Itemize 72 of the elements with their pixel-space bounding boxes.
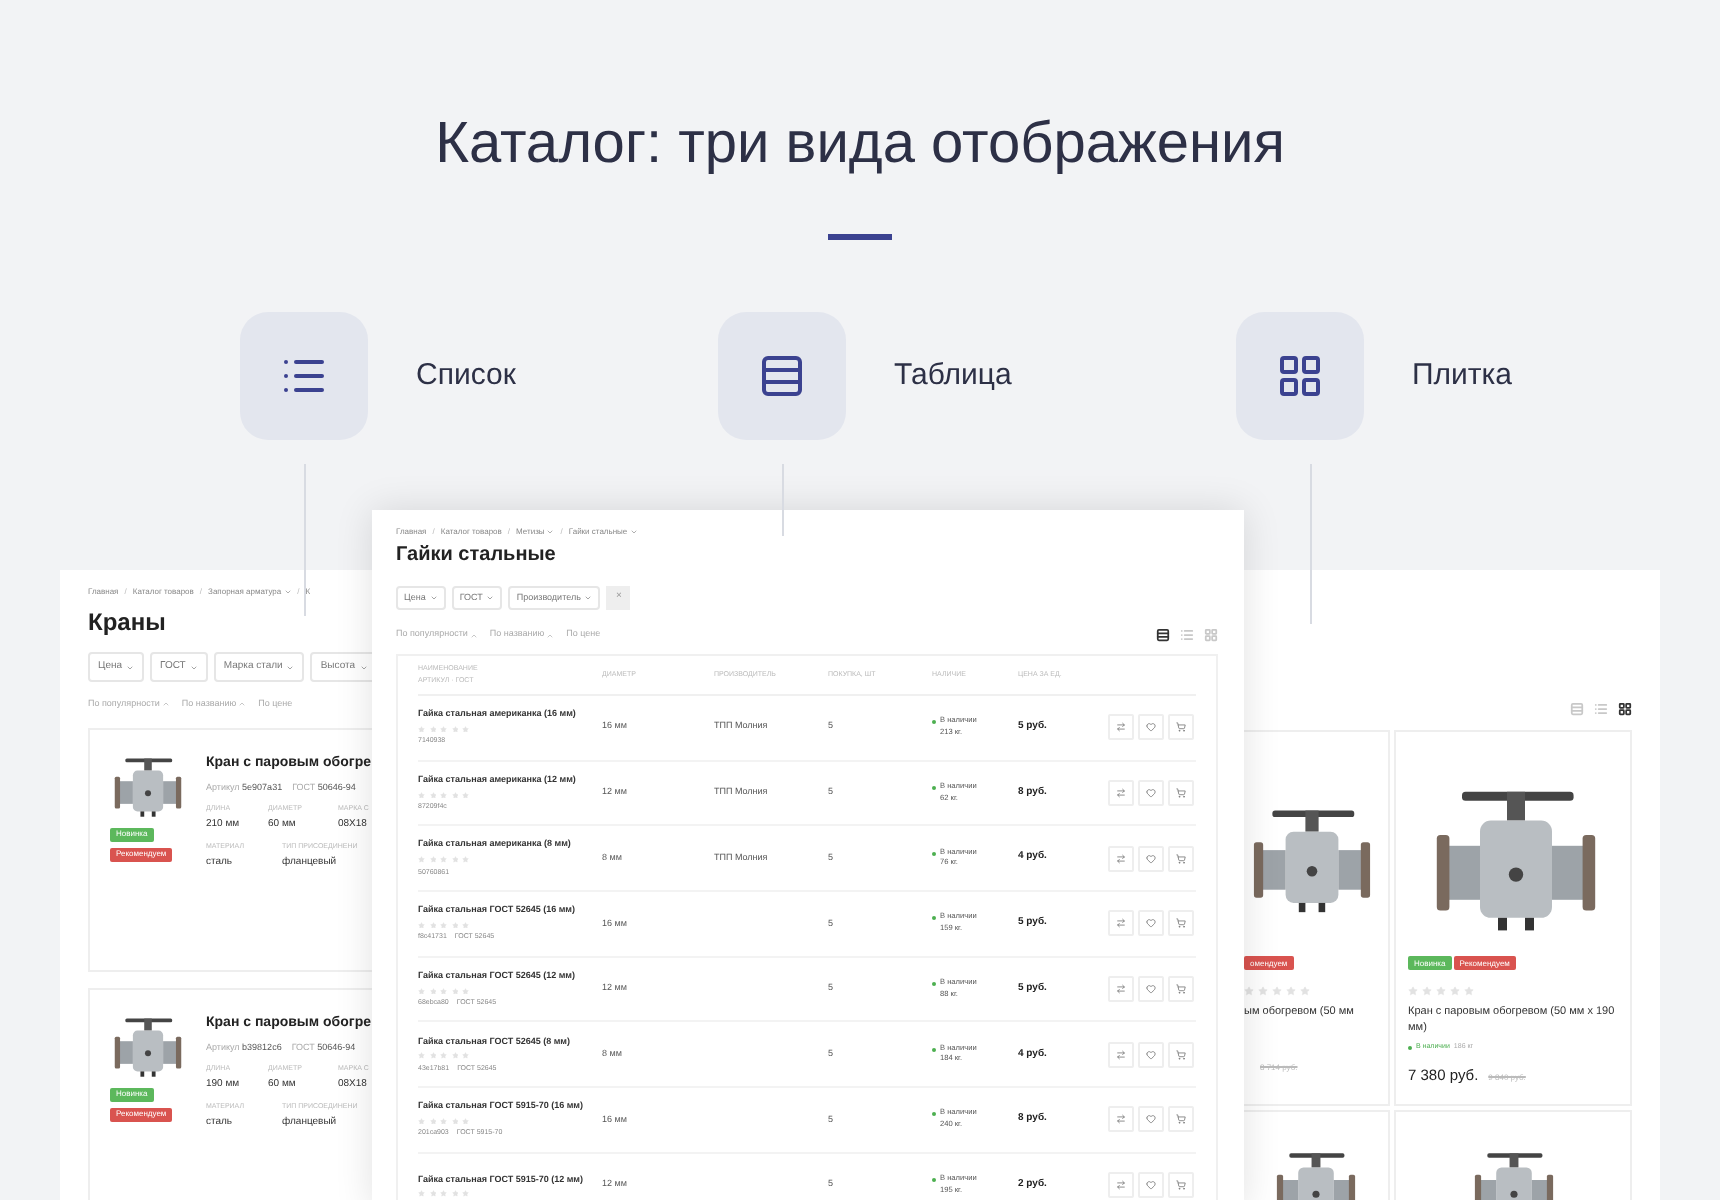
- star-icon: [1300, 986, 1310, 996]
- heart-icon: [1146, 788, 1156, 799]
- view-option-label: Список: [416, 355, 516, 396]
- cart-button[interactable]: [1168, 714, 1194, 741]
- cart-icon: [1176, 722, 1186, 733]
- heart-icon: [1146, 1180, 1156, 1191]
- star-icon: [1408, 986, 1418, 996]
- arrows-icon: [1116, 788, 1126, 799]
- arrows-icon: [1116, 1180, 1126, 1191]
- compare-button[interactable]: [1108, 845, 1134, 872]
- star-icon: [1422, 986, 1432, 996]
- category-heading: Гайки стальные: [396, 544, 558, 568]
- table-view-icon[interactable]: [1156, 628, 1170, 642]
- heart-icon: [1146, 1049, 1156, 1060]
- grid-icon: [1276, 352, 1324, 400]
- view-option-label: Плитка: [1412, 355, 1513, 396]
- cart-icon: [1176, 1049, 1186, 1060]
- list-view-icon[interactable]: [1180, 628, 1194, 642]
- star-icon: [1450, 986, 1460, 996]
- cart-button[interactable]: [1168, 845, 1194, 872]
- favorite-button[interactable]: [1138, 976, 1164, 1003]
- arrows-icon: [1116, 1114, 1126, 1125]
- favorite-button[interactable]: [1138, 714, 1164, 741]
- list-view-icon[interactable]: [1594, 702, 1608, 716]
- view-option-label: Таблица: [894, 355, 1012, 396]
- star-icon: [1286, 986, 1296, 996]
- compare-button[interactable]: [1108, 1172, 1134, 1199]
- cart-icon: [1176, 853, 1186, 864]
- heart-icon: [1146, 853, 1156, 864]
- heart-icon: [1146, 722, 1156, 733]
- compare-button[interactable]: [1108, 976, 1134, 1003]
- heart-icon: [1146, 1114, 1156, 1125]
- favorite-button[interactable]: [1138, 1041, 1164, 1068]
- arrows-icon: [1116, 853, 1126, 864]
- favorite-button[interactable]: [1138, 1172, 1164, 1199]
- star-icon: [1464, 986, 1474, 996]
- cart-button[interactable]: [1168, 1172, 1194, 1199]
- star-icon: [1272, 986, 1282, 996]
- arrows-icon: [1116, 1049, 1126, 1060]
- valve-drawing: [110, 1013, 186, 1082]
- category-heading: Краны: [88, 608, 168, 636]
- favorite-button[interactable]: [1138, 780, 1164, 807]
- rows-icon: [758, 352, 806, 400]
- heart-icon: [1146, 918, 1156, 929]
- star-icon: [1258, 986, 1268, 996]
- cart-button[interactable]: [1168, 976, 1194, 1003]
- cart-icon: [1176, 788, 1186, 799]
- compare-button[interactable]: [1108, 1041, 1134, 1068]
- cart-button[interactable]: [1168, 1106, 1194, 1133]
- valve-drawing: [110, 753, 186, 822]
- cart-icon: [1176, 1180, 1186, 1191]
- arrows-icon: [1116, 984, 1126, 995]
- favorite-button[interactable]: [1138, 845, 1164, 872]
- heart-icon: [1146, 984, 1156, 995]
- page-title: Каталог: три вида отображения: [433, 110, 1287, 180]
- compare-button[interactable]: [1108, 714, 1134, 741]
- compare-button[interactable]: [1108, 780, 1134, 807]
- compare-button[interactable]: [1108, 1106, 1134, 1133]
- cart-button[interactable]: [1168, 780, 1194, 807]
- cart-button[interactable]: [1168, 910, 1194, 937]
- compare-button[interactable]: [1108, 910, 1134, 937]
- favorite-button[interactable]: [1138, 1106, 1164, 1133]
- cart-icon: [1176, 984, 1186, 995]
- star-icon: [1436, 986, 1446, 996]
- arrows-icon: [1116, 722, 1126, 733]
- grid-view-icon[interactable]: [1618, 702, 1632, 716]
- cart-icon: [1176, 918, 1186, 929]
- star-icon: [1244, 986, 1254, 996]
- arrows-icon: [1116, 918, 1126, 929]
- cart-icon: [1176, 1114, 1186, 1125]
- favorite-button[interactable]: [1138, 910, 1164, 937]
- cart-button[interactable]: [1168, 1041, 1194, 1068]
